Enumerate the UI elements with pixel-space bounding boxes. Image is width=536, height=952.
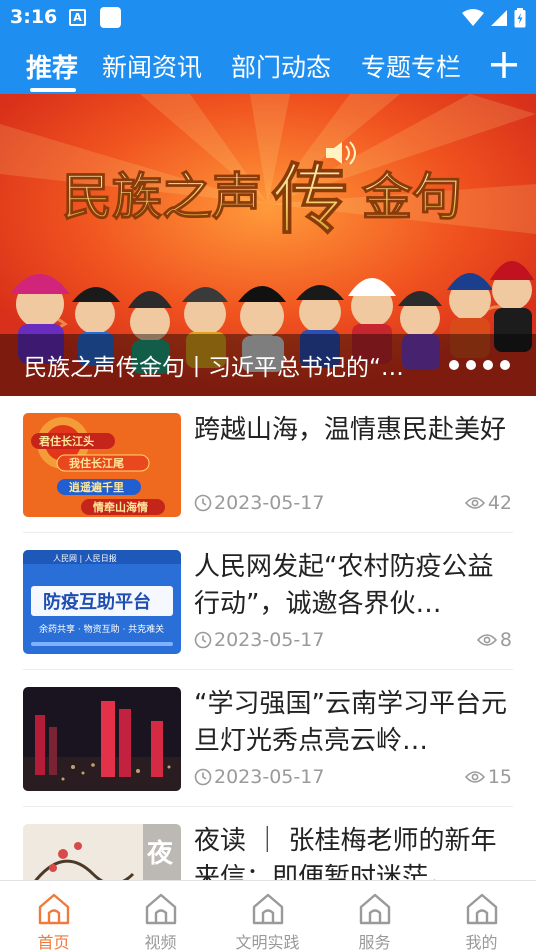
news-date: 2023-05-17 — [194, 629, 324, 651]
news-title: “学习强国”云南学习平台元旦灯光秀点亮云岭… — [194, 689, 507, 756]
nav-home[interactable]: 首页 — [0, 881, 107, 952]
nav-video[interactable]: 视频 — [107, 881, 214, 952]
news-item[interactable]: 防疫互助平台 人民网 | 人民日报 余药共享 · 物资互助 · 共克难关 人民网… — [0, 533, 536, 670]
clock-icon — [194, 494, 212, 512]
news-date: 2023-05-17 — [194, 492, 324, 514]
tab-special[interactable]: 专题专栏 — [361, 48, 461, 84]
eye-icon — [464, 497, 485, 509]
status-bar: 3:16 A — [0, 0, 536, 36]
news-thumbnail — [23, 687, 181, 791]
eye-icon — [476, 634, 497, 646]
news-date: 2023-05-17 — [194, 766, 324, 788]
news-thumbnail: 君住长江头 我住长江尾 逍遥遍千里 情牵山海情 — [23, 413, 181, 517]
nav-label: 我的 — [465, 933, 498, 952]
carousel-dot[interactable] — [500, 360, 510, 370]
news-views: 8 — [476, 629, 512, 651]
signal-icon — [491, 10, 507, 26]
carousel-dots — [449, 360, 510, 370]
news-title: 跨越山海，温情惠民赴美好 — [194, 415, 507, 445]
nav-label: 服务 — [358, 933, 391, 952]
video-icon — [145, 893, 177, 925]
home-icon — [38, 893, 70, 925]
svg-text:防疫互助平台: 防疫互助平台 — [43, 591, 151, 613]
news-meta: 2023-05-17 15 — [194, 766, 514, 792]
eye-icon — [464, 771, 485, 783]
plus-icon — [491, 52, 517, 78]
nav-civilization-practice[interactable]: 文明实践 — [214, 881, 321, 952]
active-tab-indicator — [30, 88, 76, 92]
svg-text:情牵山海情: 情牵山海情 — [93, 500, 148, 514]
practice-icon — [252, 893, 284, 925]
banner-art-big: 传 — [271, 155, 348, 244]
service-icon — [359, 893, 391, 925]
nav-label: 视频 — [144, 933, 177, 952]
banner-carousel[interactable]: 民族之声 传 金句 民族之声传金句丨习近平总书记的“… — [0, 94, 536, 396]
svg-text:余药共享 · 物资互助 · 共克难关: 余药共享 · 物资互助 · 共克难关 — [39, 623, 164, 635]
news-views: 42 — [464, 492, 512, 514]
news-views: 15 — [464, 766, 512, 788]
nav-service[interactable]: 服务 — [321, 881, 428, 952]
clock-icon — [194, 631, 212, 649]
carousel-dot[interactable] — [466, 360, 476, 370]
clock-icon — [194, 768, 212, 786]
battery-icon — [514, 8, 526, 28]
banner-caption: 民族之声传金句丨习近平总书记的“… — [0, 334, 536, 396]
status-time: 3:16 — [10, 6, 58, 28]
svg-text:我住长江尾: 我住长江尾 — [69, 456, 124, 470]
category-tabs: 推荐 新闻资讯 部门动态 专题专栏 — [0, 36, 536, 94]
tab-recommend[interactable]: 推荐 — [26, 48, 78, 85]
banner-art-right: 金句 — [362, 167, 462, 226]
news-title: 人民网发起“农村防疫公益行动”，诚邀各界伙… — [194, 552, 494, 619]
app-a-icon: A — [69, 9, 86, 26]
news-thumbnail: 防疫互助平台 人民网 | 人民日报 余药共享 · 物资互助 · 共克难关 — [23, 550, 181, 654]
banner-art-left: 民族之声 — [62, 167, 262, 226]
profile-icon — [466, 893, 498, 925]
svg-text:逍遥遍千里: 逍遥遍千里 — [69, 480, 124, 494]
wifi-icon — [462, 9, 484, 26]
status-icons — [462, 6, 526, 30]
svg-text:夜: 夜 — [146, 838, 174, 869]
nav-mine[interactable]: 我的 — [428, 881, 535, 952]
nav-label: 首页 — [37, 933, 70, 952]
banner-caption-text: 民族之声传金句丨习近平总书记的“… — [24, 355, 404, 381]
news-meta: 2023-05-17 42 — [194, 492, 514, 518]
nav-label: 文明实践 — [235, 933, 300, 952]
news-item[interactable]: “学习强国”云南学习平台元旦灯光秀点亮云岭… 2023-05-17 15 — [0, 670, 536, 807]
add-tab-button[interactable] — [472, 36, 536, 94]
svg-text:人民网 | 人民日报: 人民网 | 人民日报 — [53, 553, 117, 563]
carousel-dot[interactable] — [449, 360, 459, 370]
bottom-nav: 首页 视频 文明实践 服务 我的 — [0, 880, 536, 952]
white-square-icon — [100, 7, 121, 28]
tab-news[interactable]: 新闻资讯 — [102, 48, 202, 84]
news-item[interactable]: 君住长江头 我住长江尾 逍遥遍千里 情牵山海情 跨越山海，温情惠民赴美好 202… — [0, 396, 536, 533]
carousel-dot[interactable] — [483, 360, 493, 370]
news-meta: 2023-05-17 8 — [194, 629, 514, 655]
tab-department[interactable]: 部门动态 — [231, 48, 331, 84]
svg-text:君住长江头: 君住长江头 — [39, 434, 94, 448]
